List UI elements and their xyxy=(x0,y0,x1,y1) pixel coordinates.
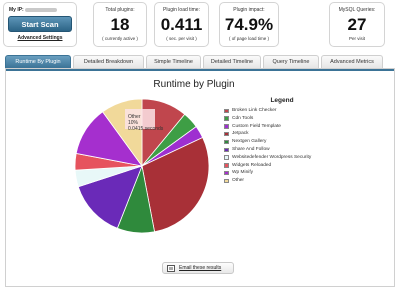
legend-label: Broken Link Checker xyxy=(232,108,277,113)
legend-swatch xyxy=(224,108,229,114)
tab-simple-timeline[interactable]: Simple Timeline xyxy=(146,55,201,68)
legend-item: Wp Minify xyxy=(224,169,334,177)
stat-value: 18 xyxy=(110,15,130,34)
ip-scan-card: My IP: Start Scan Advanced Settings xyxy=(3,2,77,47)
chart-title: Runtime by Plugin xyxy=(153,79,235,90)
legend-swatch xyxy=(224,170,229,176)
stat-card-total-plugins: Total plugins: 18 ( currently active ) xyxy=(93,2,147,47)
stat-title: MySQL Queries: xyxy=(338,7,376,13)
stat-title: Plugin load time: xyxy=(163,7,200,13)
legend-label: Other xyxy=(232,178,244,184)
stat-subtitle: ( sec. per visit ) xyxy=(166,36,197,41)
legend-swatch xyxy=(224,131,229,137)
legend-label: Widgets Reloaded xyxy=(232,162,272,168)
tooltip-seconds: 0.0415 seconds xyxy=(128,126,164,132)
tab-query-timeline[interactable]: Query Timeline xyxy=(263,55,319,68)
stat-subtitle: ( of page load time ) xyxy=(228,36,270,41)
legend-swatch xyxy=(224,155,229,160)
legend-item: Cdn Tools xyxy=(224,115,334,123)
legend-label: Wp Minify xyxy=(232,170,254,176)
legend-label: Custom Field Template xyxy=(232,123,281,129)
tab-advanced-metrics[interactable]: Advanced Metrics xyxy=(321,55,383,68)
stat-value: 74.9% xyxy=(224,15,274,34)
legend-title: Legend xyxy=(270,97,294,104)
legend-swatch xyxy=(224,178,229,184)
legend-item: Nextgen Gallery xyxy=(224,138,334,146)
stat-subtitle: ( currently active ) xyxy=(102,36,138,41)
stat-card-mysql-queries: MySQL Queries: 27 Per visit xyxy=(329,2,385,47)
tab-detailed-timeline[interactable]: Detailed Timeline xyxy=(203,55,261,68)
stat-value: 27 xyxy=(347,15,367,34)
my-ip-label: My IP: xyxy=(9,7,24,13)
legend-item: Other xyxy=(224,177,334,185)
legend-label: Websitedefender Wordpress Security xyxy=(232,154,312,160)
legend-swatch xyxy=(224,124,229,129)
start-scan-button[interactable]: Start Scan xyxy=(8,16,72,32)
ip-address-redacted xyxy=(24,7,57,12)
email-results-button[interactable]: Email these results xyxy=(162,262,234,274)
legend-label: Jetpack xyxy=(232,131,249,137)
legend-item: Broken Link Checker xyxy=(224,107,334,115)
chart-legend: Legend Broken Link Checker Cdn Tools Custo… xyxy=(224,97,334,185)
my-ip-row: My IP: xyxy=(9,7,76,13)
stat-value: 0.411 xyxy=(160,15,203,34)
stat-title: Plugin impact: xyxy=(233,7,265,13)
stat-title: Total plugins: xyxy=(105,7,135,13)
stat-card-plugin-impact: Plugin impact: 74.9% ( of page load time… xyxy=(219,2,279,47)
stat-subtitle: Per visit xyxy=(348,36,365,41)
legend-item: Share And Follow xyxy=(224,146,334,154)
email-button-label: Email these results xyxy=(179,265,222,271)
legend-swatch xyxy=(224,116,229,121)
advanced-settings-link[interactable]: Advanced Settings xyxy=(4,35,76,41)
legend-label: Share And Follow xyxy=(232,146,270,152)
legend-item: Jetpack xyxy=(224,130,334,138)
legend-item: Websitedefender Wordpress Security xyxy=(224,154,334,162)
legend-swatch xyxy=(224,139,229,145)
results-tabs: Runtime By Plugin Detailed Breakdown Sim… xyxy=(5,55,383,68)
legend-swatch xyxy=(224,163,229,168)
tab-runtime-by-plugin[interactable]: Runtime By Plugin xyxy=(5,55,71,68)
legend-item: Custom Field Template xyxy=(224,123,334,131)
legend-label: Cdn Tools xyxy=(232,115,254,121)
legend-item: Widgets Reloaded xyxy=(224,162,334,170)
legend-swatch xyxy=(224,147,229,153)
panel-accent-bar xyxy=(6,69,394,71)
pie-tooltip: Other 10% 0.0415 seconds xyxy=(128,114,163,132)
legend-label: Nextgen Gallery xyxy=(232,139,267,145)
tab-detailed-breakdown[interactable]: Detailed Breakdown xyxy=(73,55,144,68)
email-icon xyxy=(167,265,175,272)
stat-card-load-time: Plugin load time: 0.411 ( sec. per visit… xyxy=(154,2,209,47)
